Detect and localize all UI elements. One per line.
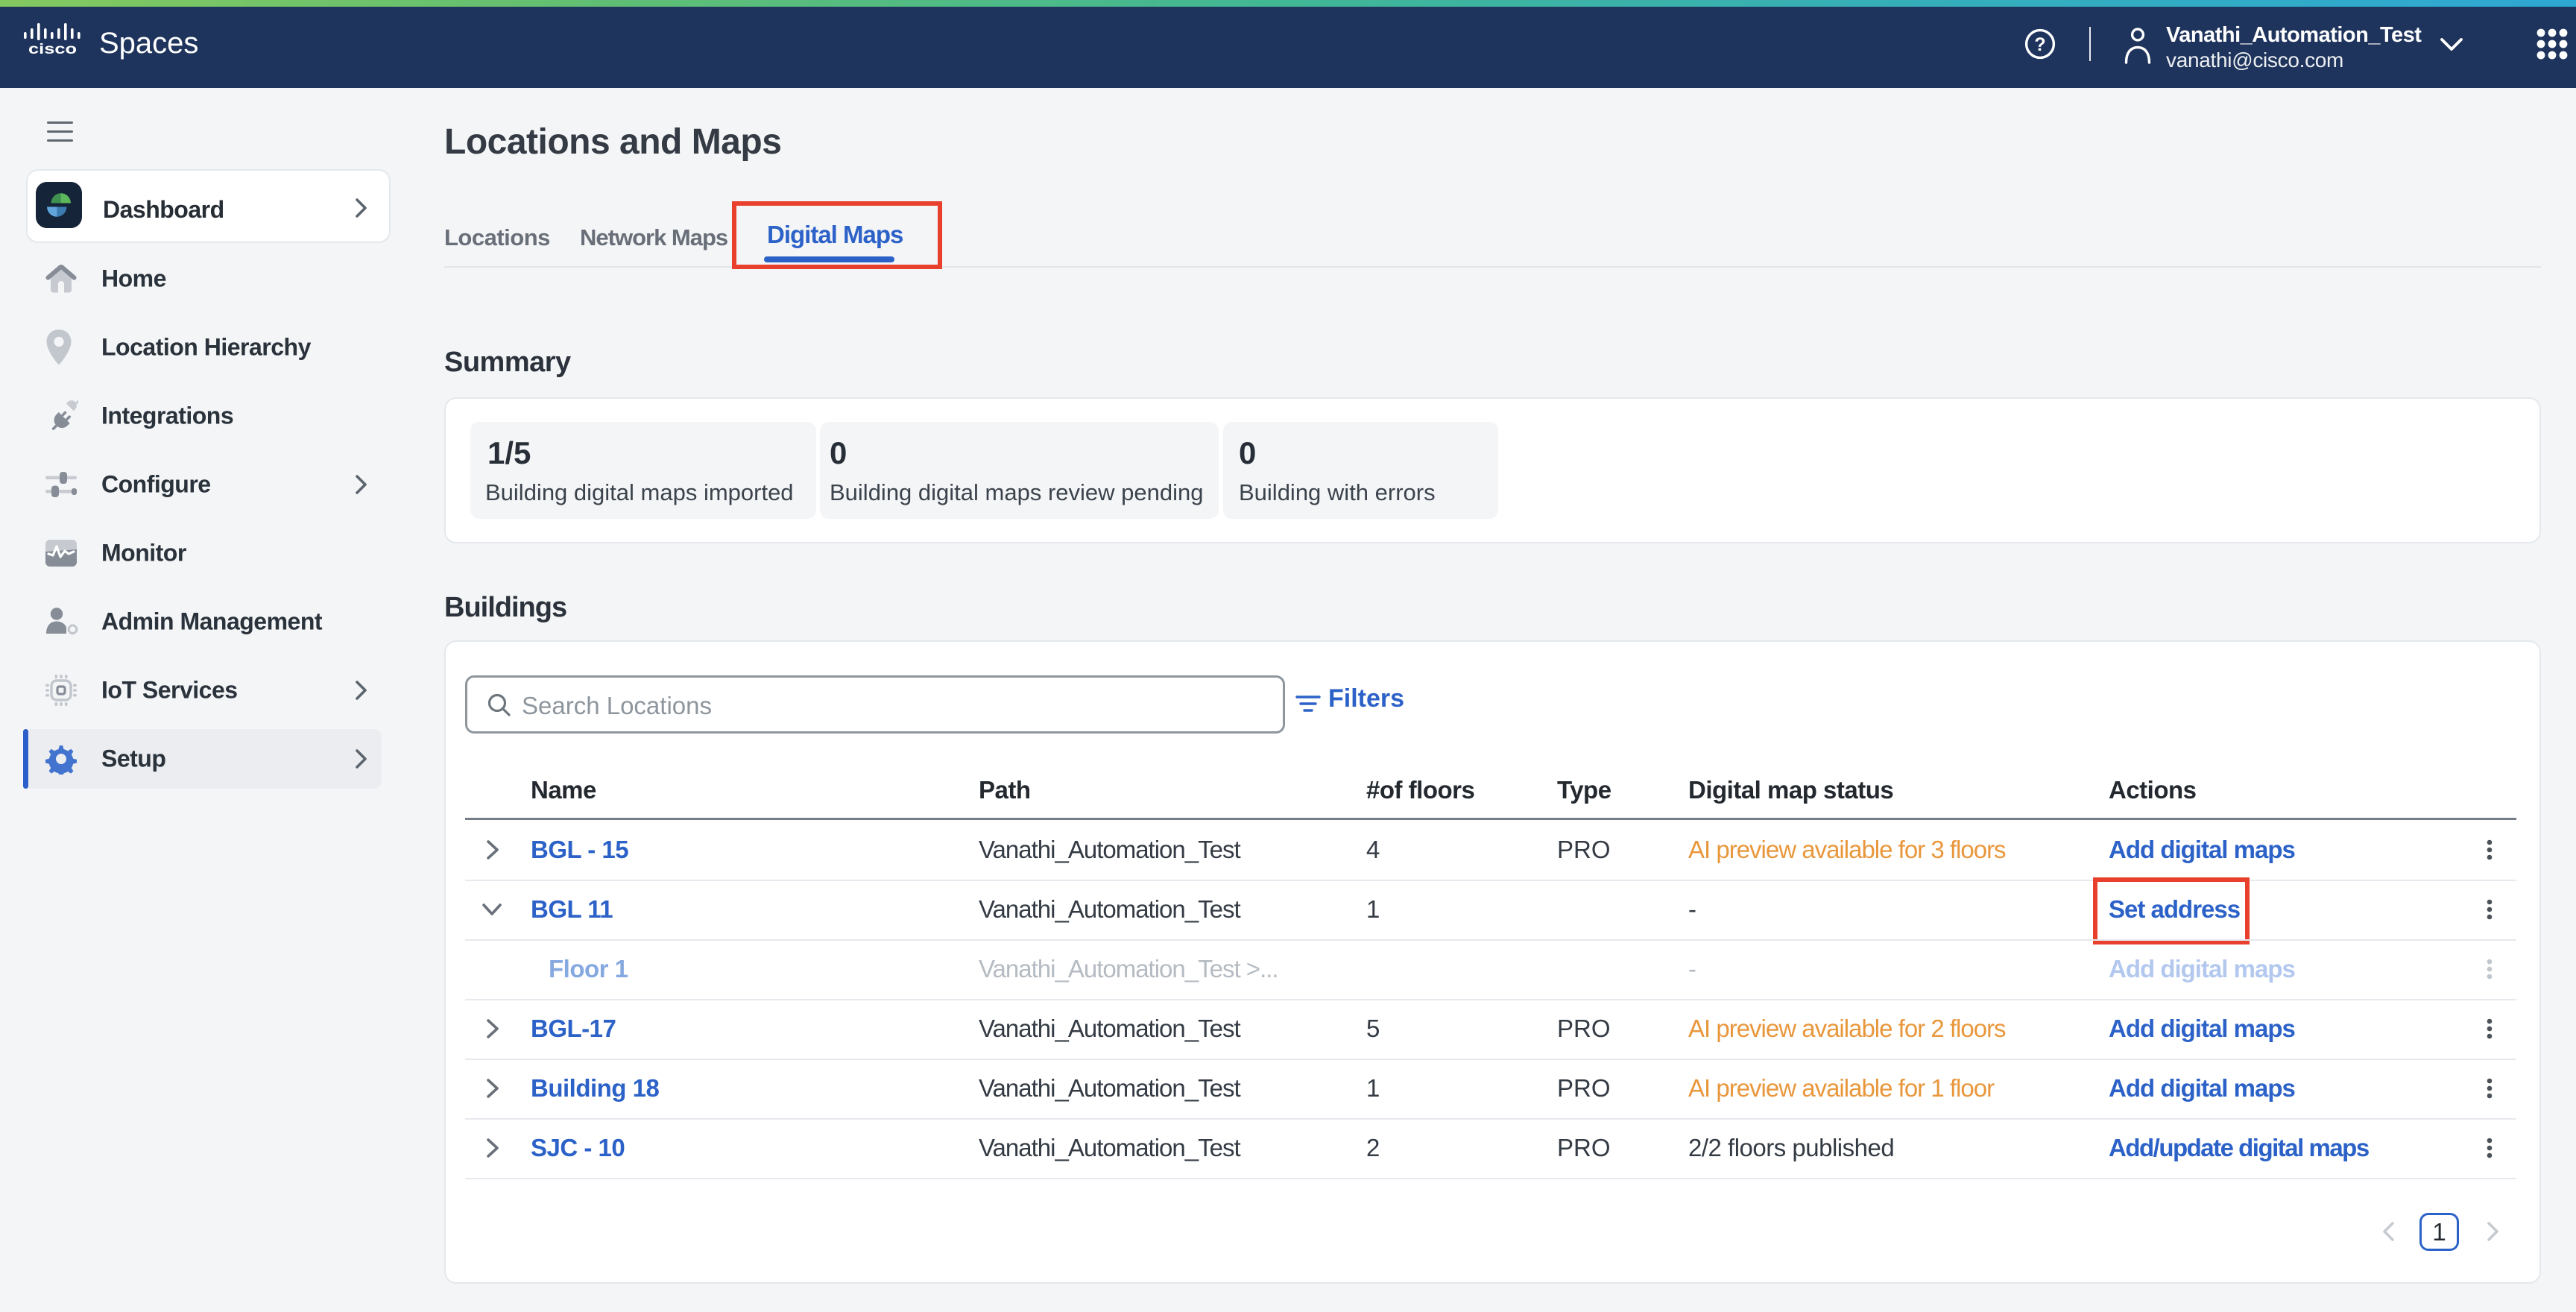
svg-text:?: ? bbox=[2034, 34, 2045, 55]
svg-text:cisco: cisco bbox=[28, 41, 77, 54]
